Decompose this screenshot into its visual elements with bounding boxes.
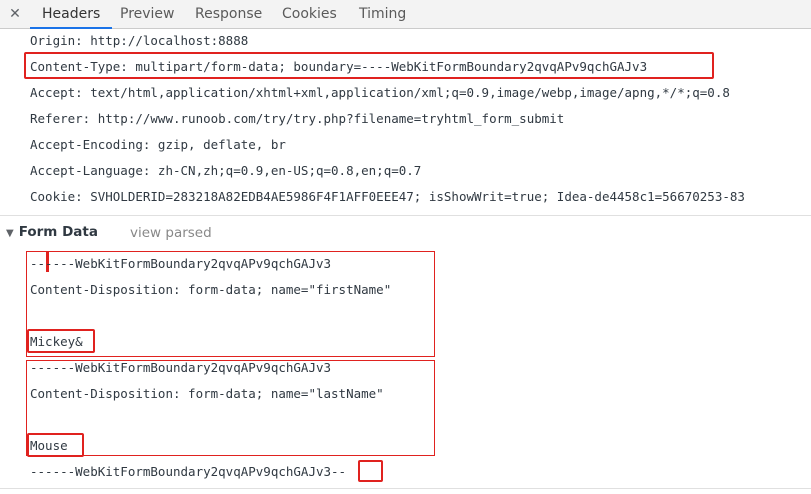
header-origin: Origin: http://localhost:8888 <box>30 33 249 48</box>
tab-headers[interactable]: Headers <box>29 0 113 29</box>
tab-response[interactable]: Response <box>195 0 262 28</box>
bottom-divider <box>0 488 811 489</box>
form-data-toggle[interactable]: ▼ Form Data <box>6 224 98 240</box>
form-line-closing-boundary: ------WebKitFormBoundary2qvqAPv9qchGAJv3… <box>30 464 347 479</box>
content-type-highlight <box>24 52 714 79</box>
tab-bar: ✕ Headers Preview Response Cookies Timin… <box>0 0 811 29</box>
mickey-value-highlight <box>27 329 95 353</box>
form-data-title: Form Data <box>18 224 98 240</box>
tab-preview[interactable]: Preview <box>120 0 175 28</box>
form-line-disposition-lastname: Content-Disposition: form-data; name="la… <box>30 386 384 401</box>
triangle-down-icon: ▼ <box>6 228 14 239</box>
form-line-boundary-1: ------WebKitFormBoundary2qvqAPv9qchGAJv3 <box>30 256 332 271</box>
section-divider <box>0 215 811 216</box>
header-cookie: Cookie: SVHOLDERID=283218A82EDB4AE5986F4… <box>30 189 745 204</box>
header-accept-encoding: Accept-Encoding: gzip, deflate, br <box>30 137 286 152</box>
header-accept: Accept: text/html,application/xhtml+xml,… <box>30 85 730 100</box>
form-line-disposition-firstname: Content-Disposition: form-data; name="fi… <box>30 282 392 297</box>
tab-timing[interactable]: Timing <box>359 0 406 28</box>
view-parsed-link[interactable]: view parsed <box>130 225 212 241</box>
mouse-value-highlight <box>27 433 84 457</box>
closing-dashes-highlight <box>358 460 383 482</box>
tab-cookies[interactable]: Cookies <box>282 0 337 28</box>
close-icon[interactable]: ✕ <box>5 4 25 24</box>
header-referer: Referer: http://www.runoob.com/try/try.p… <box>30 111 565 126</box>
form-line-boundary-2: ------WebKitFormBoundary2qvqAPv9qchGAJv3 <box>30 360 332 375</box>
header-accept-language: Accept-Language: zh-CN,zh;q=0.9,en-US;q=… <box>30 163 422 178</box>
